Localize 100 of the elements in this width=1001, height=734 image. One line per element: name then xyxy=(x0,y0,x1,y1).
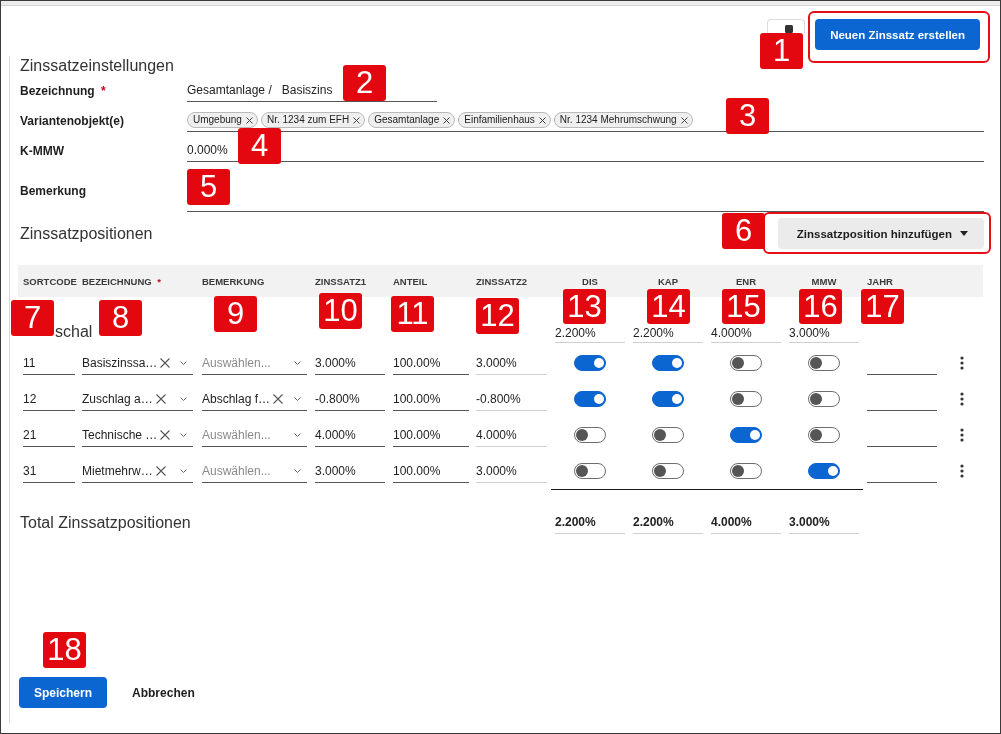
select-field[interactable]: Auswählen... xyxy=(202,459,307,483)
chip-label: Nr. 1234 zum EFH xyxy=(266,113,350,127)
input-field[interactable]: 11 xyxy=(23,351,75,375)
total-value: 3.000% xyxy=(789,511,859,534)
save-button[interactable]: Speichern xyxy=(19,677,108,708)
caret-down-icon xyxy=(960,231,968,236)
column-header: BEZEICHNUNG * xyxy=(82,275,161,287)
toolbar-button[interactable] xyxy=(767,19,806,33)
annotation-marker: 18 xyxy=(43,632,86,668)
chevron-down-icon[interactable] xyxy=(180,360,187,365)
input-field[interactable]: 3.000% xyxy=(315,459,385,483)
total-value: 2.200% xyxy=(633,511,703,534)
toggle-switch[interactable] xyxy=(652,427,684,443)
toggle-switch[interactable] xyxy=(808,355,840,371)
input-field[interactable]: 3.000% xyxy=(315,351,385,375)
close-icon[interactable] xyxy=(538,116,546,124)
toggle-switch[interactable] xyxy=(652,391,684,407)
toggle-switch[interactable] xyxy=(574,463,606,479)
select-field[interactable]: Technische … xyxy=(82,423,193,447)
chevron-down-icon[interactable] xyxy=(294,468,301,473)
chevron-down-icon[interactable] xyxy=(294,432,301,437)
chip-label: Gesamtanlage xyxy=(374,113,440,127)
square-icon xyxy=(785,25,794,33)
column-header: ZINSSATZ2 xyxy=(476,275,528,287)
toggle-switch[interactable] xyxy=(808,391,840,407)
select-field[interactable]: Mietmehrw… xyxy=(82,459,193,483)
toggle-switch[interactable] xyxy=(808,427,840,443)
more-icon[interactable] xyxy=(960,356,964,370)
chevron-down-icon[interactable] xyxy=(180,396,187,401)
input-field[interactable]: 21 xyxy=(23,423,75,447)
section-title: Zinssatzpositionen xyxy=(20,223,153,244)
annotation-marker: 3 xyxy=(726,98,769,134)
input-field[interactable]: 100.00% xyxy=(393,423,469,447)
close-icon[interactable] xyxy=(245,116,253,124)
toggle-switch[interactable] xyxy=(730,427,762,443)
more-icon[interactable] xyxy=(960,428,964,442)
more-icon[interactable] xyxy=(960,464,964,478)
toggle-switch[interactable] xyxy=(808,463,840,479)
toggle-switch[interactable] xyxy=(574,391,606,407)
chevron-down-icon[interactable] xyxy=(180,468,187,473)
annotation-marker: 6 xyxy=(722,213,765,249)
value-field: 3.000% xyxy=(476,351,547,375)
input-field[interactable]: 31 xyxy=(23,459,75,483)
clear-icon[interactable] xyxy=(160,357,171,368)
clear-icon[interactable] xyxy=(160,429,171,440)
close-icon[interactable] xyxy=(443,116,451,124)
field-label: Bemerkung xyxy=(20,183,88,198)
column-header: SORTCODE xyxy=(23,275,77,287)
annotation-marker: 12 xyxy=(476,298,519,334)
select-field[interactable]: Abschlag f… xyxy=(202,387,307,411)
annotation-marker: 11 xyxy=(391,296,434,332)
annotation-marker: 4 xyxy=(238,128,281,164)
annotation-marker: 2 xyxy=(343,65,386,101)
column-header: MMW xyxy=(811,275,837,287)
annotation-marker: 8 xyxy=(99,300,142,336)
select-field[interactable]: Auswählen... xyxy=(202,423,307,447)
chip-label: Einfamilienhaus xyxy=(464,113,535,127)
clear-icon[interactable] xyxy=(155,393,166,404)
field-label: K-MMW xyxy=(20,143,65,158)
column-header: JAHR xyxy=(867,275,893,287)
input-field[interactable]: -0.800% xyxy=(315,387,385,411)
annotation-marker: 10 xyxy=(319,293,362,329)
clear-icon[interactable] xyxy=(273,393,284,404)
input-field[interactable]: 100.00% xyxy=(393,351,469,375)
close-icon[interactable] xyxy=(353,116,361,124)
chevron-down-icon[interactable] xyxy=(180,432,187,437)
clear-icon[interactable] xyxy=(155,465,166,476)
create-button[interactable]: Neuen Zinssatz erstellen xyxy=(815,19,980,50)
toggle-switch[interactable] xyxy=(730,355,762,371)
input-field[interactable]: 4.000% xyxy=(315,423,385,447)
select-field[interactable]: Auswählen... xyxy=(202,351,307,375)
toggle-switch[interactable] xyxy=(652,355,684,371)
annotation-marker: 9 xyxy=(214,296,257,332)
select-field[interactable]: Basiszinssa… xyxy=(82,351,193,375)
field-label: Variantenobjekt(e) xyxy=(20,113,126,128)
total-value: 4.000% xyxy=(711,511,781,534)
toggle-switch[interactable] xyxy=(574,427,606,443)
select-field[interactable]: Zuschlag a… xyxy=(82,387,193,411)
toggle-switch[interactable] xyxy=(730,463,762,479)
input-field[interactable]: 12 xyxy=(23,387,75,411)
annotation-marker: 15 xyxy=(722,289,765,324)
chevron-down-icon[interactable] xyxy=(294,396,301,401)
annotation-marker: 16 xyxy=(799,289,842,324)
add-position-button[interactable]: Zinssatzposition hinzufügen xyxy=(777,218,984,249)
toggle-switch[interactable] xyxy=(574,355,606,371)
column-header: DIS xyxy=(582,275,598,287)
value-field: -0.800% xyxy=(476,387,547,411)
more-icon[interactable] xyxy=(960,392,964,406)
cancel-button[interactable]: Abbrechen xyxy=(119,677,208,708)
chevron-down-icon[interactable] xyxy=(294,360,301,365)
toggle-switch[interactable] xyxy=(652,463,684,479)
column-header: KAP xyxy=(657,275,679,287)
value-field: 3.000% xyxy=(476,459,547,483)
input-field[interactable]: 100.00% xyxy=(393,387,469,411)
section-title: Zinssatzeinstellungen xyxy=(20,56,175,76)
input-field[interactable]: 100.00% xyxy=(393,459,469,483)
chip-label: Nr. 1234 Mehrumschwung xyxy=(559,113,677,127)
close-icon[interactable] xyxy=(680,116,688,124)
field-label: Bezeichnung * xyxy=(20,83,107,98)
toggle-switch[interactable] xyxy=(730,391,762,407)
